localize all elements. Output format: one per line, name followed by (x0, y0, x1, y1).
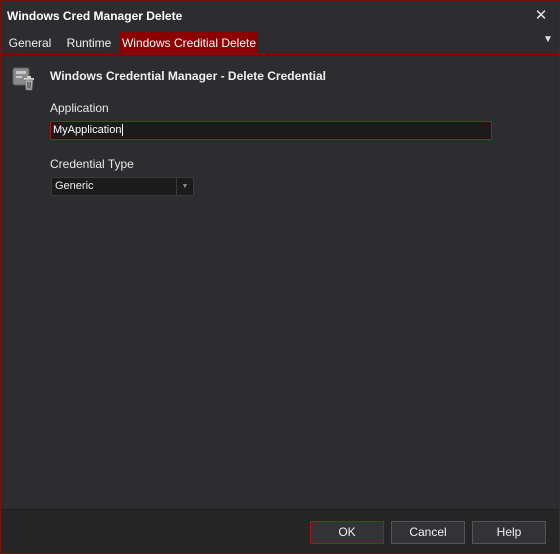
button-bar: OK Cancel Help (1, 509, 559, 553)
tab-menu-dropdown-icon[interactable]: ▼ (541, 34, 555, 50)
chevron-down-icon[interactable]: ▼ (176, 178, 193, 195)
tab-runtime[interactable]: Runtime (61, 32, 117, 54)
help-button[interactable]: Help (472, 521, 546, 544)
tab-general[interactable]: General (3, 32, 57, 54)
window-title: Windows Cred Manager Delete (7, 9, 183, 23)
close-button[interactable]: ✕ (531, 5, 551, 27)
tab-windows-creditial-delete[interactable]: Windows Creditial Delete (120, 32, 258, 54)
title-bar[interactable]: Windows Cred Manager Delete ✕ (1, 1, 559, 32)
ok-button[interactable]: OK (310, 521, 384, 544)
credential-type-label: Credential Type (50, 157, 134, 171)
section-title: Windows Credential Manager - Delete Cred… (50, 69, 326, 83)
tab-bar: General Runtime Windows Creditial Delete (1, 32, 559, 54)
text-caret (122, 124, 124, 137)
credential-type-select[interactable]: Generic ▼ (51, 177, 194, 196)
cancel-button[interactable]: Cancel (391, 521, 465, 544)
credential-type-value: Generic (55, 180, 94, 192)
application-input-value: MyApplication (53, 124, 122, 136)
application-input[interactable]: MyApplication (50, 121, 492, 140)
credential-delete-icon (12, 67, 34, 91)
dialog-window: Windows Cred Manager Delete ✕ General Ru… (0, 0, 560, 554)
main-panel: Windows Credential Manager - Delete Cred… (1, 55, 559, 509)
application-label: Application (50, 101, 109, 115)
